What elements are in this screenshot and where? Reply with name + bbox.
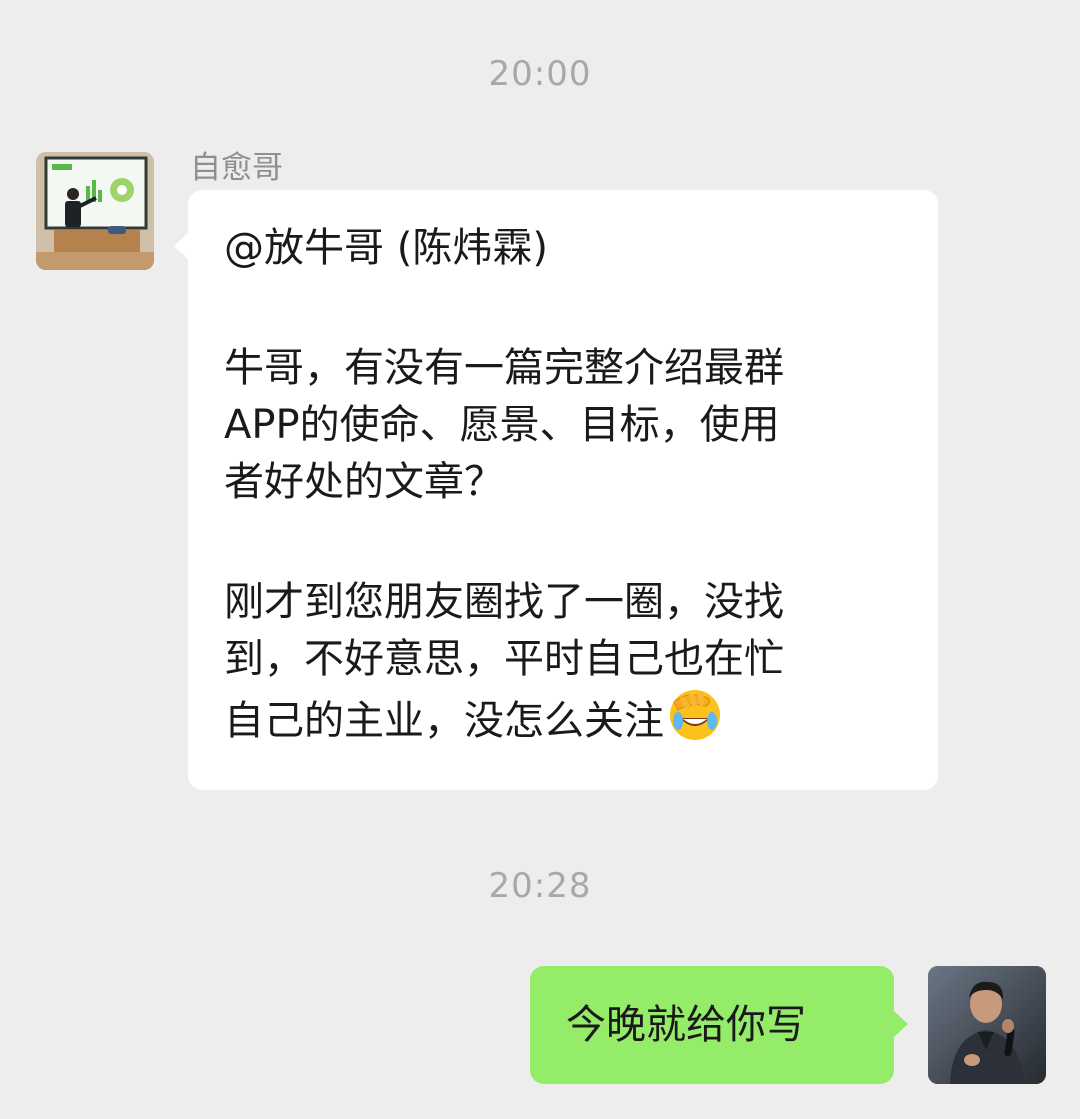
man-with-microphone-icon	[928, 966, 1046, 1084]
incoming-message-bubble[interactable]: @放牛哥 (陈炜霖) 牛哥，有没有一篇完整介绍最群 APP的使命、愿景、目标，使…	[174, 190, 938, 790]
message-line: @放牛哥 (陈炜霖)	[224, 225, 548, 271]
sender-name: 自愈哥	[190, 150, 283, 186]
message-line: 者好处的文章？	[224, 459, 504, 505]
message-line-last: 自己的主业，没怎么关注	[224, 688, 902, 758]
message-line: 牛哥，有没有一篇完整介绍最群	[224, 345, 784, 391]
message-line: 到，不好意思，平时自己也在忙	[224, 636, 784, 682]
timestamp: 20:00	[488, 54, 592, 94]
message-line: APP的使命、愿景、目标，使用	[224, 402, 780, 448]
sender-avatar[interactable]	[36, 152, 154, 270]
message-line: 刚才到您朋友圈找了一圈，没找	[224, 579, 784, 625]
timestamp: 20:28	[488, 866, 592, 906]
message-line-text: 自己的主业，没怎么关注	[224, 698, 664, 744]
own-avatar[interactable]	[928, 966, 1046, 1084]
outgoing-message-bubble[interactable]: 今晚就给你写	[530, 966, 908, 1084]
presenter-in-classroom-icon	[36, 152, 154, 270]
facepalm-laughing-emoji-icon	[668, 688, 722, 758]
message-text: 今晚就给你写	[566, 1002, 806, 1048]
